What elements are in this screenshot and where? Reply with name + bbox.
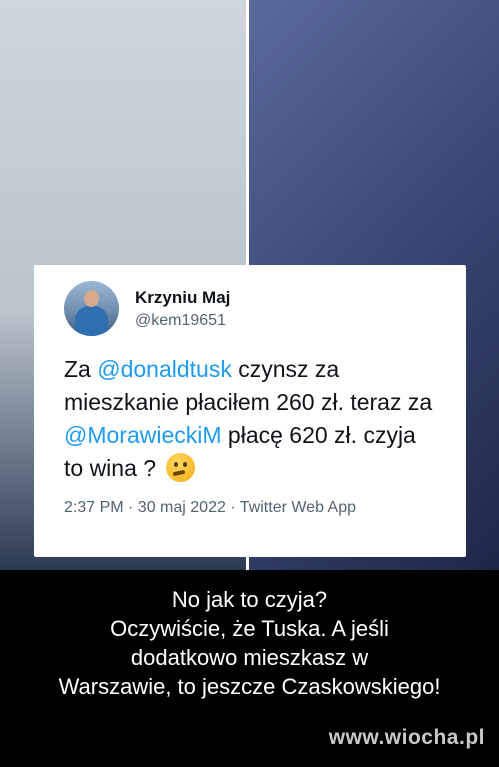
mention-link[interactable]: @donaldtusk	[97, 356, 232, 382]
thinking-face-icon	[166, 453, 196, 482]
caption-line: Warszawie, to jeszcze Czaskowskiego!	[58, 674, 441, 699]
avatar[interactable]	[64, 281, 119, 336]
tweet-timestamp[interactable]: 2:37 PM · 30 maj 2022 · Twitter Web App	[64, 499, 440, 517]
tweet-card: Krzyniu Maj @kem19651 Za @donaldtusk czy…	[34, 265, 466, 557]
tweet-text-part: Za	[64, 356, 98, 382]
tweet-header: Krzyniu Maj @kem19651	[64, 281, 440, 336]
mention-link[interactable]: @MorawieckiM	[64, 422, 222, 448]
caption-line: Oczywiście, że Tuska. A jeśli	[110, 616, 389, 641]
caption-line: No jak to czyja?	[171, 587, 328, 612]
site-watermark: www.wiocha.pl	[328, 726, 485, 749]
tweet-text: Za @donaldtusk czynsz za mieszkanie płac…	[64, 353, 440, 485]
caption: No jak to czyja? Oczywiście, że Tuska. A…	[0, 585, 499, 701]
user-handle[interactable]: @kem19651	[135, 312, 230, 330]
caption-line: dodatkowo mieszkasz w	[130, 645, 369, 670]
tweet-author: Krzyniu Maj @kem19651	[135, 288, 230, 330]
display-name[interactable]: Krzyniu Maj	[135, 288, 230, 308]
